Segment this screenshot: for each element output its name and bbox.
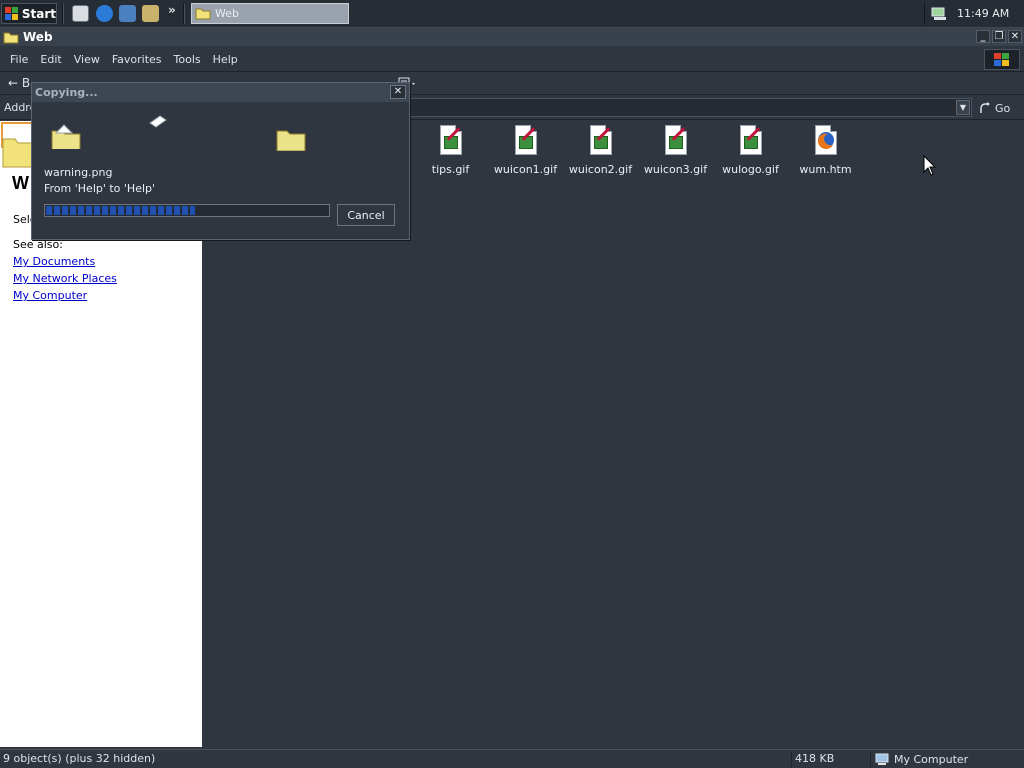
gif-image-icon bbox=[738, 125, 764, 157]
quick-launch-more-chevron[interactable]: » bbox=[168, 3, 176, 17]
status-size: 418 KB bbox=[791, 752, 869, 767]
dialog-titlebar[interactable]: Copying... bbox=[32, 83, 409, 102]
taskbar: Start » Web 11:49 AM bbox=[0, 0, 1024, 28]
windows-flag-icon bbox=[984, 49, 1020, 70]
folder-icon bbox=[195, 8, 211, 20]
back-button[interactable]: ← B bbox=[8, 76, 30, 90]
file-item[interactable]: wuicon2.gif bbox=[563, 125, 638, 176]
status-bar: 9 object(s) (plus 32 hidden) 418 KB My C… bbox=[0, 749, 1024, 768]
link-my-computer[interactable]: My Computer bbox=[13, 289, 87, 302]
file-item[interactable]: wum.htm bbox=[788, 125, 863, 176]
progress-fill bbox=[46, 206, 196, 215]
pane-title: W bbox=[12, 173, 29, 193]
folder-icon bbox=[3, 32, 19, 43]
file-item[interactable]: wuicon1.gif bbox=[488, 125, 563, 176]
status-zone-label: My Computer bbox=[894, 753, 969, 766]
file-item[interactable]: wulogo.gif bbox=[713, 125, 788, 176]
file-name: wuicon3.gif bbox=[643, 163, 708, 176]
menu-tools[interactable]: Tools bbox=[168, 53, 207, 66]
outlook-express-icon[interactable] bbox=[119, 5, 136, 22]
link-my-documents[interactable]: My Documents bbox=[13, 255, 95, 268]
back-label: B bbox=[21, 76, 31, 90]
restore-button[interactable]: ❐ bbox=[992, 30, 1006, 43]
destination-folder-icon bbox=[276, 130, 306, 151]
start-label: Start bbox=[21, 6, 56, 21]
network-status-icon[interactable] bbox=[931, 6, 947, 21]
system-tray: 11:49 AM bbox=[924, 2, 1023, 25]
start-button[interactable]: Start bbox=[1, 3, 57, 24]
show-desktop-icon[interactable] bbox=[72, 5, 89, 22]
cancel-button[interactable]: Cancel bbox=[337, 204, 395, 226]
menu-bar: File Edit View Favorites Tools Help bbox=[0, 48, 1024, 72]
copying-source-destination: From 'Help' to 'Help' bbox=[44, 182, 156, 195]
menu-edit[interactable]: Edit bbox=[34, 53, 67, 66]
minimize-button[interactable]: _ bbox=[976, 30, 990, 43]
mouse-cursor-icon bbox=[923, 155, 937, 176]
menu-file[interactable]: File bbox=[4, 53, 34, 66]
go-label: Go bbox=[995, 101, 1011, 115]
menu-help[interactable]: Help bbox=[207, 53, 244, 66]
taskbar-button-label: Web bbox=[215, 7, 239, 20]
window-titlebar[interactable]: Web _ ❐ ✕ bbox=[0, 28, 1024, 46]
search-icon[interactable] bbox=[142, 5, 159, 22]
address-input[interactable]: ▼ bbox=[410, 98, 972, 117]
clock[interactable]: 11:49 AM bbox=[957, 7, 1009, 20]
status-object-count: 9 object(s) (plus 32 hidden) bbox=[3, 752, 156, 765]
copy-progress-dialog: Copying... ✕ warning.png From 'Help' to … bbox=[31, 82, 410, 240]
taskbar-separator bbox=[62, 4, 64, 24]
flying-document-icon bbox=[149, 115, 167, 128]
window-title: Web bbox=[23, 30, 53, 44]
gif-image-icon bbox=[588, 125, 614, 157]
taskbar-button-web[interactable]: Web bbox=[191, 3, 349, 24]
internet-explorer-icon[interactable] bbox=[96, 5, 113, 22]
go-arrow-icon bbox=[980, 102, 990, 113]
gif-image-icon bbox=[438, 125, 464, 157]
file-name: wuicon2.gif bbox=[568, 163, 633, 176]
menu-favorites[interactable]: Favorites bbox=[106, 53, 168, 66]
my-computer-icon bbox=[875, 753, 889, 765]
file-item[interactable]: tips.gif bbox=[413, 125, 488, 176]
taskbar-separator bbox=[183, 4, 185, 24]
go-button[interactable]: Go bbox=[978, 99, 1010, 117]
address-dropdown-button[interactable]: ▼ bbox=[956, 100, 970, 115]
file-name: wum.htm bbox=[799, 163, 852, 176]
dialog-close-button[interactable]: ✕ bbox=[390, 85, 406, 99]
file-name: wulogo.gif bbox=[722, 163, 779, 176]
gif-image-icon bbox=[513, 125, 539, 157]
dialog-title: Copying... bbox=[35, 86, 98, 99]
windows-logo-icon bbox=[5, 6, 19, 21]
link-my-network-places[interactable]: My Network Places bbox=[13, 272, 117, 285]
file-name: tips.gif bbox=[431, 163, 470, 176]
gif-image-icon bbox=[663, 125, 689, 157]
copy-progress-bar bbox=[44, 204, 330, 217]
menu-view[interactable]: View bbox=[68, 53, 106, 66]
copying-file-name: warning.png bbox=[44, 166, 113, 179]
file-name: wuicon1.gif bbox=[493, 163, 558, 176]
file-item[interactable]: wuicon3.gif bbox=[638, 125, 713, 176]
close-button[interactable]: ✕ bbox=[1008, 30, 1022, 43]
status-zone: My Computer bbox=[870, 752, 1024, 767]
source-folder-icon bbox=[51, 124, 81, 149]
firefox-html-icon bbox=[813, 125, 839, 157]
